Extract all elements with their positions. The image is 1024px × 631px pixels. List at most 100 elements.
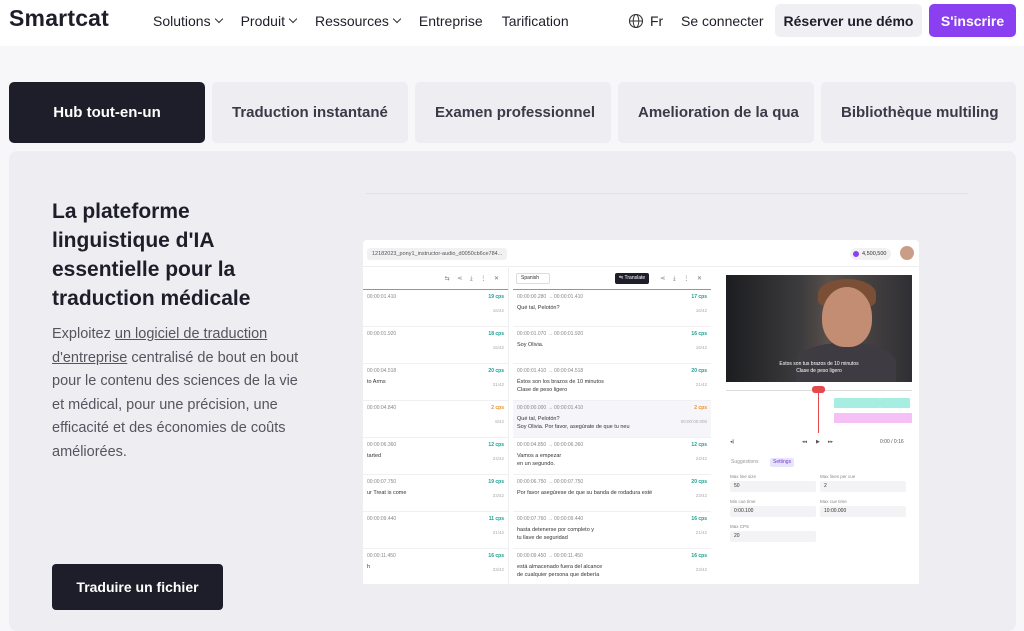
segment-text: Por favor asegúrese de que su banda de r… — [517, 489, 652, 497]
timeline-segment[interactable] — [834, 413, 912, 423]
nav-ressources[interactable]: Ressources — [315, 13, 402, 29]
max-line-size-input[interactable]: 50 — [730, 481, 816, 492]
segment-end-time: 00:00:01.410 — [553, 294, 584, 300]
translate-file-button[interactable]: Traduire un fichier — [52, 564, 223, 610]
target-column-header: Spanish ⇋ Translate ⋖ ⤓ ⋮ ✕ — [513, 268, 711, 290]
segment-length: 00:00:00.000 — [680, 419, 707, 424]
segment-text-line-1: Por favor asegúrese de que su banda de r… — [517, 490, 653, 496]
segment-cps: 20 cps — [488, 368, 504, 374]
segment-end-time: 00:00:01.920 — [553, 331, 584, 337]
timeline-segment[interactable] — [880, 398, 910, 408]
tab-quality-improvement[interactable]: Amelioration de la qua — [618, 82, 814, 143]
tab-professional-review[interactable]: Examen professionnel — [415, 82, 611, 143]
max-cue-time-label: Max cue time — [820, 499, 847, 504]
timeline-segment[interactable] — [834, 398, 880, 408]
max-cps-input[interactable]: 20 — [730, 531, 816, 542]
segment-text: tarted — [367, 453, 382, 459]
source-segment-row[interactable]: 00:00:04.840 2 cps 8/42 — [363, 401, 508, 438]
target-segment-row[interactable]: 00:00:07.760 → 00:00:09.440 16 cps hasta d… — [513, 512, 711, 549]
segment-cps: 16 cps — [488, 553, 504, 559]
target-segment-row[interactable]: 00:00:00.000 → 00:00:01.410 2 cps Qué tal,… — [513, 401, 711, 438]
segment-start-time: 00:00:00.000 — [517, 405, 547, 411]
target-segment-row[interactable]: 00:00:04.850 → 00:00:06.360 12 cps Vamos a… — [513, 438, 711, 475]
tab-settings[interactable]: Settings — [770, 458, 795, 467]
playhead-handle[interactable] — [812, 386, 825, 393]
language-selector[interactable]: Fr — [628, 13, 663, 29]
segment-cps: 18 cps — [488, 331, 504, 337]
segment-timecodes: 00:00:00.280 → 00:00:01.410 — [517, 294, 584, 300]
nav-solutions-label: Solutions — [153, 13, 211, 29]
target-segment-row[interactable]: 00:00:09.450 → 00:00:11.450 16 cps está al… — [513, 549, 711, 584]
segment-cps: 20 cps — [691, 368, 707, 374]
nav-entreprise[interactable]: Entreprise — [419, 13, 483, 29]
tab-multilingual-library[interactable]: Bibliothèque multiling — [821, 82, 1016, 143]
max-cps-label: Max CPS — [730, 524, 750, 529]
source-segment-row[interactable]: 00:00:06.360 12 cps tarted 24/42 — [363, 438, 508, 475]
segment-text: to Arms — [367, 379, 386, 385]
nav-solutions[interactable]: Solutions — [153, 13, 223, 29]
source-segment-list: 00:00:01.410 19 cps 16/42 00:00:01.920 18 cp… — [363, 290, 508, 584]
source-segment-row[interactable]: 00:00:07.750 19 cps ur Treat is come 23/42 — [363, 475, 508, 512]
source-segment-row[interactable]: 00:00:11.450 16 cps h 23/42 — [363, 549, 508, 584]
segment-timecode: 00:00:09.440 — [367, 516, 397, 522]
segment-text-line-2: en un segundo. — [517, 461, 555, 467]
segment-length: 21/42 — [695, 530, 707, 535]
rewind-icon[interactable]: ◂◂ — [802, 439, 807, 445]
target-segment-row[interactable]: 00:00:00.280 → 00:00:01.410 17 cps Qué tal… — [513, 290, 711, 327]
segment-start-time: 00:00:04.850 — [517, 442, 547, 448]
nav-produit-label: Produit — [240, 13, 285, 29]
nav-tarification[interactable]: Tarification — [502, 13, 569, 29]
source-column: ⇆ ⋖ ⤓ ⋮ ✕ 00:00:01.410 19 cps 16/42 00:00:0… — [363, 268, 509, 584]
tab-hub[interactable]: Hub tout-en-un — [9, 82, 205, 143]
segment-timecodes: 00:00:04.850 → 00:00:06.360 — [517, 442, 584, 448]
signup-button[interactable]: S'inscrire — [929, 4, 1016, 37]
volume-icon[interactable]: ◂) — [730, 439, 734, 445]
max-lines-per-cue-input[interactable]: 2 — [820, 481, 906, 492]
segment-text-line-1: Éstos son los brazos de 10 minutos — [517, 379, 604, 385]
caption-line-2: Clase de peso ligero — [796, 367, 842, 374]
login-link[interactable]: Se connecter — [681, 13, 764, 29]
source-segment-row[interactable]: 00:00:09.440 11 cps 21/42 — [363, 512, 508, 549]
target-segment-row[interactable]: 00:00:01.070 → 00:00:01.920 16 cps Soy Oli… — [513, 327, 711, 364]
translate-button[interactable]: ⇋ Translate — [615, 273, 650, 284]
hero-headline: La plateforme linguistique d'IA essentie… — [52, 200, 251, 310]
source-column-header: ⇆ ⋖ ⤓ ⋮ ✕ — [363, 268, 508, 290]
segment-start-time: 00:00:01.070 — [517, 331, 547, 337]
tab-suggestions[interactable]: Suggestions — [728, 458, 762, 467]
target-column: Spanish ⇋ Translate ⋖ ⤓ ⋮ ✕ 00:00:00.280… — [513, 268, 711, 584]
max-cue-time-input[interactable]: 10:00.000 — [820, 506, 906, 517]
source-segment-row[interactable]: 00:00:01.920 18 cps 16/42 — [363, 327, 508, 364]
nav-produit[interactable]: Produit — [240, 13, 298, 29]
playhead[interactable] — [818, 386, 819, 433]
segment-timecode: 00:00:04.840 — [367, 405, 397, 411]
forward-icon[interactable]: ▸▸ — [828, 439, 833, 445]
timeline[interactable] — [726, 386, 912, 436]
chevron-down-icon — [288, 14, 298, 24]
play-icon[interactable]: ▶ — [816, 439, 820, 445]
book-demo-button[interactable]: Réserver une démo — [775, 4, 922, 37]
segment-cps: 19 cps — [488, 294, 504, 300]
smartcat-logo[interactable]: Smartcat — [9, 5, 109, 32]
target-language-select[interactable]: Spanish — [516, 273, 551, 284]
segment-text-line-2: tu llave de seguridad — [517, 535, 568, 541]
segment-text: h — [367, 564, 371, 570]
source-segment-row[interactable]: 00:00:04.518 20 cps to Arms 21/42 — [363, 364, 508, 401]
source-segment-row[interactable]: 00:00:01.410 19 cps 16/42 — [363, 290, 508, 327]
segment-length: 23/42 — [492, 493, 504, 498]
tab-instant-translation[interactable]: Traduction instantané — [212, 82, 408, 143]
segment-timecodes: 00:00:06.750 → 00:00:07.750 — [517, 479, 584, 485]
video-player[interactable]: Estos son tus brazos de 10 minutos Clase … — [726, 275, 912, 382]
segment-timecode: 00:00:07.750 — [367, 479, 397, 485]
segment-cps: 16 cps — [691, 516, 707, 522]
segment-end-time: 00:00:07.750 — [553, 479, 584, 485]
min-cue-time-input[interactable]: 0:00.100 — [730, 506, 816, 517]
max-lines-per-cue-label: Max lines per cue — [820, 474, 856, 479]
max-line-size-label: Max line size — [730, 474, 757, 479]
avatar — [900, 246, 914, 260]
target-segment-row[interactable]: 00:00:06.750 → 00:00:07.750 20 cps Por fav… — [513, 475, 711, 512]
target-segment-row[interactable]: 00:00:01.410 → 00:00:04.518 20 cps Éstos s… — [513, 364, 711, 401]
segment-text-line-1: hasta detenerse por completo y — [517, 527, 595, 533]
segment-text: Soy Olivia. — [517, 341, 543, 349]
segment-timecode: 00:00:06.360 — [367, 442, 397, 448]
video-person-face — [822, 287, 872, 347]
